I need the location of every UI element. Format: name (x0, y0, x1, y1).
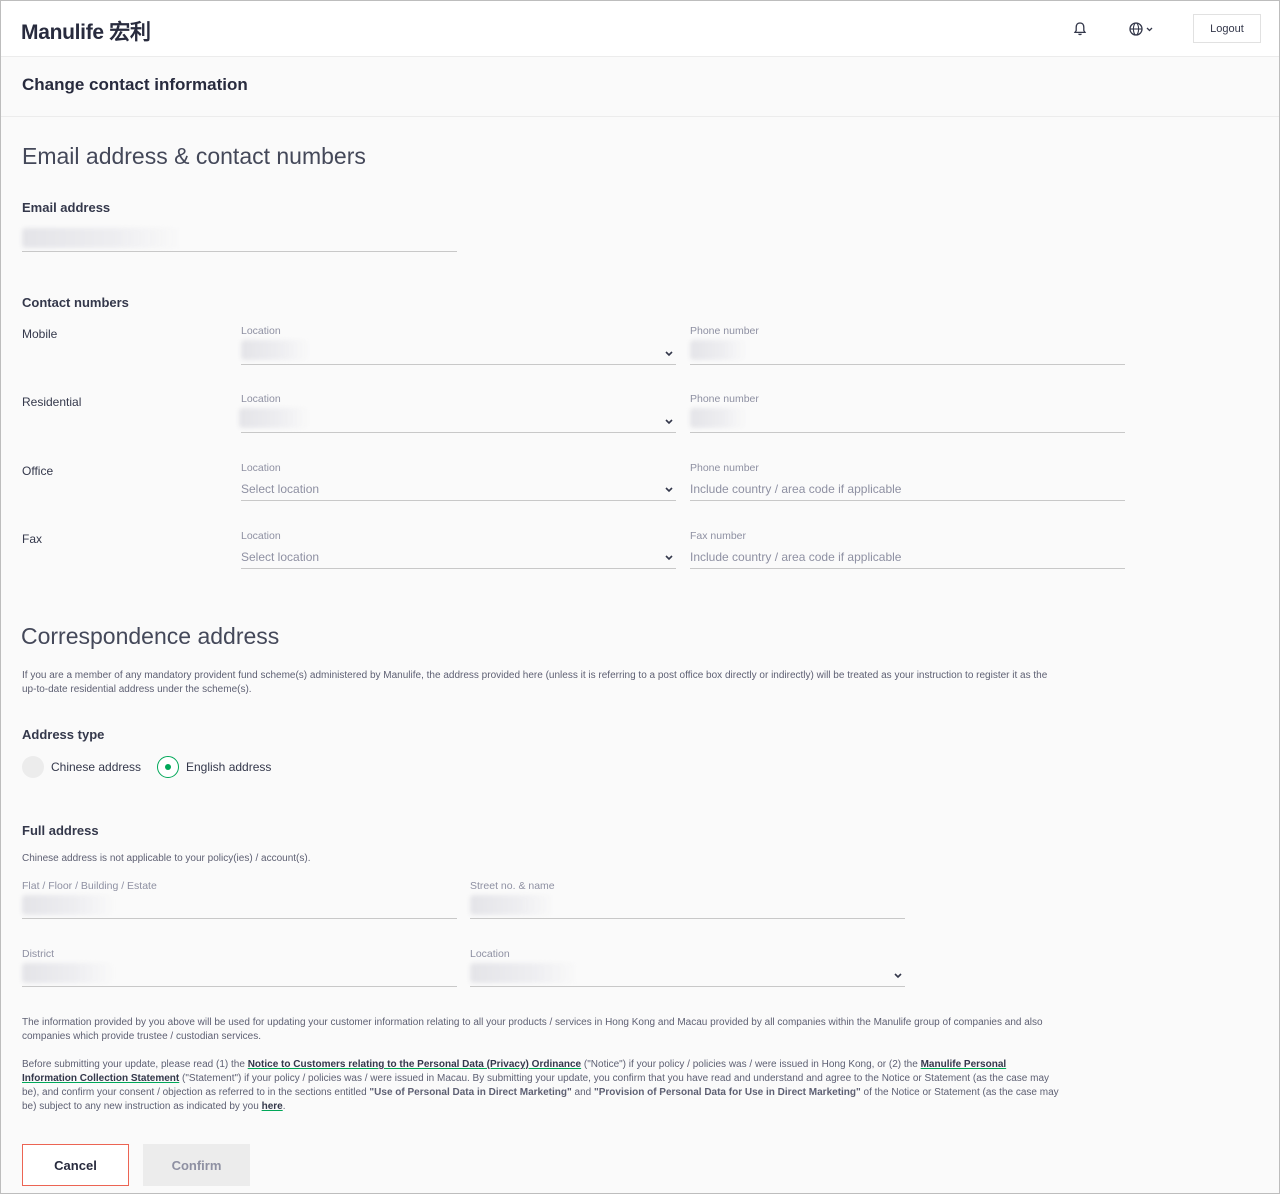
direct-marketing-section-name: "Use of Personal Data in Direct Marketin… (369, 1087, 572, 1098)
district-value-redacted (22, 963, 114, 983)
mpf-notice: If you are a member of any mandatory pro… (22, 670, 1048, 695)
flat-input[interactable] (22, 918, 457, 919)
language-globe-icon[interactable] (1128, 21, 1156, 37)
main-content: Email address & contact numbers Email ad… (1, 118, 1279, 1193)
row-label-residential: Residential (22, 395, 82, 409)
chevron-down-icon[interactable] (664, 418, 674, 426)
fax-number-placeholder[interactable]: Include country / area code if applicabl… (690, 550, 901, 564)
street-input[interactable] (470, 918, 905, 919)
radio-chinese-address-label[interactable]: Chinese address (51, 760, 141, 774)
chevron-down-icon[interactable] (664, 554, 674, 562)
privacy-notice-link[interactable]: Notice to Customers relating to the Pers… (248, 1059, 581, 1070)
address-type-label: Address type (22, 727, 105, 742)
district-input[interactable] (22, 986, 457, 987)
office-number-placeholder[interactable]: Include country / area code if applicabl… (690, 482, 901, 496)
mobile-location-redacted (241, 340, 309, 360)
address-location-label: Location (470, 948, 510, 960)
row-label-office: Office (22, 464, 54, 478)
mobile-number-input[interactable] (690, 364, 1125, 365)
chevron-down-icon[interactable] (664, 350, 674, 358)
office-location-label: Location (241, 462, 281, 474)
address-location-select[interactable] (470, 986, 905, 987)
email-field[interactable] (22, 251, 457, 252)
radio-english-address-label[interactable]: English address (186, 760, 271, 774)
chevron-down-icon[interactable] (893, 972, 903, 980)
mobile-number-label: Phone number (690, 325, 759, 337)
office-number-label: Phone number (690, 462, 759, 474)
cancel-button[interactable]: Cancel (22, 1144, 129, 1186)
fax-number-label: Fax number (690, 530, 747, 542)
info-usage-note: The information provided by you above wi… (22, 1017, 1043, 1042)
residential-location-redacted (239, 408, 309, 428)
residential-number-label: Phone number (690, 393, 759, 405)
office-location-placeholder[interactable]: Select location (241, 482, 319, 496)
manulife-logo[interactable]: Manulife 宏利 (21, 16, 151, 46)
confirm-button[interactable]: Confirm (143, 1144, 250, 1186)
bell-icon[interactable] (1072, 21, 1088, 37)
residential-number-input[interactable] (690, 432, 1125, 433)
street-label: Street no. & name (470, 880, 555, 892)
direct-marketing-provision-name: "Provision of Personal Data for Use in D… (594, 1087, 861, 1098)
office-number-input[interactable] (690, 500, 1125, 501)
residential-number-redacted (690, 408, 746, 428)
mobile-location-select[interactable] (241, 364, 676, 365)
privacy-note: Before submitting your update, please re… (22, 1058, 1062, 1114)
privacy-note-text: Before submitting your update, please re… (22, 1059, 248, 1070)
top-bar: Manulife 宏利 Logout (1, 1, 1279, 57)
chevron-down-icon[interactable] (664, 486, 674, 494)
page-header: Change contact information (1, 57, 1279, 117)
contact-section-title: Email address & contact numbers (22, 143, 366, 169)
logout-button[interactable]: Logout (1193, 14, 1261, 43)
fax-location-label: Location (241, 530, 281, 542)
app-window: Manulife 宏利 Logout Change contact inform… (0, 0, 1280, 1194)
radio-chinese-address[interactable] (22, 756, 44, 778)
privacy-note-text: . (282, 1101, 286, 1112)
page-title: Change contact information (22, 75, 248, 94)
mobile-number-redacted (690, 340, 746, 360)
fax-number-input[interactable] (690, 568, 1125, 569)
fax-location-placeholder[interactable]: Select location (241, 550, 319, 564)
row-label-fax: Fax (22, 532, 43, 546)
street-value-redacted (470, 895, 554, 915)
full-address-label: Full address (22, 823, 99, 838)
privacy-note-text: and (571, 1087, 594, 1098)
email-label: Email address (22, 200, 111, 215)
residential-location-select[interactable] (241, 432, 676, 433)
privacy-note-text: ("Notice") if your policy / policies was… (581, 1059, 921, 1070)
fax-location-select[interactable] (241, 568, 676, 569)
full-address-note: Chinese address is not applicable to you… (22, 853, 311, 864)
contact-numbers-label: Contact numbers (22, 295, 129, 310)
residential-location-label: Location (241, 393, 281, 405)
here-link[interactable]: here (262, 1101, 283, 1112)
row-label-mobile: Mobile (22, 327, 58, 341)
radio-english-address[interactable] (157, 756, 179, 778)
address-section-title: Correspondence address (21, 623, 280, 649)
district-label: District (22, 948, 55, 960)
flat-label: Flat / Floor / Building / Estate (22, 880, 157, 892)
address-location-redacted (470, 963, 578, 983)
flat-value-redacted (22, 895, 114, 915)
office-location-select[interactable] (241, 500, 676, 501)
mobile-location-label: Location (241, 325, 281, 337)
email-value-redacted (22, 228, 182, 248)
